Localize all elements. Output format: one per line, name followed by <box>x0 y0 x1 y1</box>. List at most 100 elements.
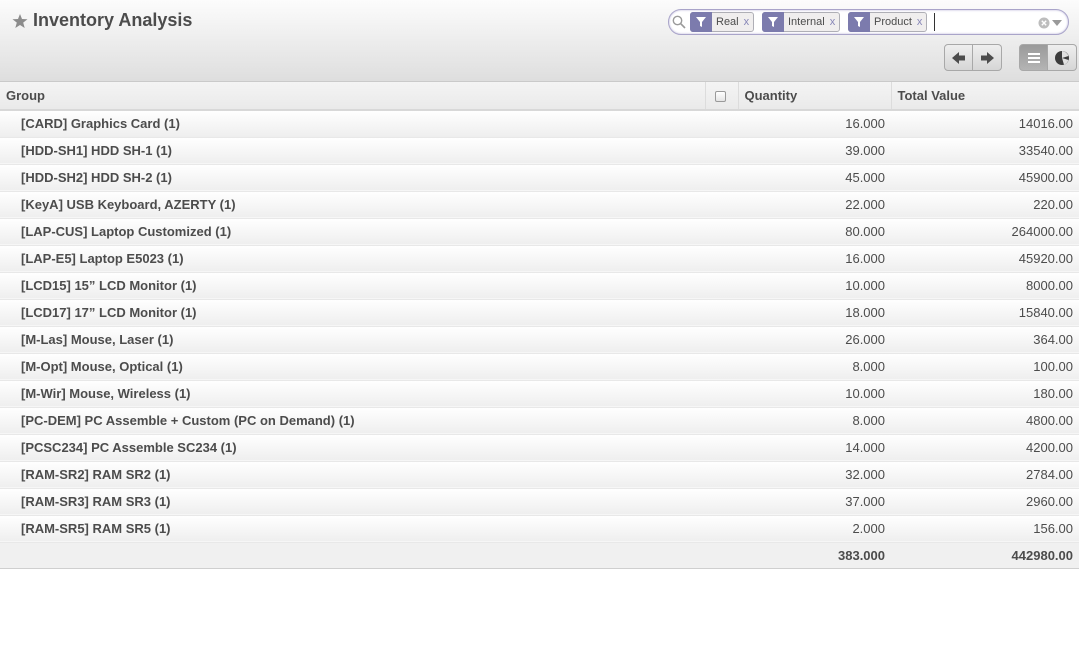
column-header-group[interactable]: Group <box>0 82 705 111</box>
facet-remove-button[interactable]: x <box>739 16 754 28</box>
quantity-cell: 16.000 <box>738 110 891 138</box>
list-view-button[interactable] <box>1019 44 1048 71</box>
table-row[interactable]: [HDD-SH1] HDD SH-1 (1) 39.000 33540.00 <box>0 137 1079 165</box>
view-switcher <box>1019 44 1077 71</box>
table-row[interactable]: [RAM-SR5] RAM SR5 (1) 2.000 156.00 <box>0 515 1079 543</box>
group-label: [HDD-SH1] HDD SH-1 (1) <box>0 137 705 165</box>
select-all-checkbox[interactable] <box>714 91 726 103</box>
pager <box>944 44 1002 71</box>
group-label: [RAM-SR3] RAM SR3 (1) <box>0 488 705 516</box>
table-row[interactable]: [RAM-SR2] RAM SR2 (1) 32.000 2784.00 <box>0 461 1079 489</box>
total-value-cell: 100.00 <box>891 353 1079 381</box>
facet-real: Real x <box>690 11 755 32</box>
table-header-row: Group Quantity Total Value <box>0 82 1079 111</box>
table-row[interactable]: [LAP-CUS] Laptop Customized (1) 80.000 264… <box>0 218 1079 246</box>
quantity-cell: 32.000 <box>738 461 891 489</box>
total-value: 442980.00 <box>891 541 1079 569</box>
quantity-cell: 22.000 <box>738 191 891 219</box>
empty-cell <box>705 326 738 354</box>
facet-value: Product <box>874 16 912 28</box>
table-row[interactable]: [M-Opt] Mouse, Optical (1) 8.000 100.00 <box>0 353 1079 381</box>
star-icon[interactable] <box>12 13 28 29</box>
group-label: [LCD17] 17” LCD Monitor (1) <box>0 299 705 327</box>
table-row[interactable]: [LAP-E5] Laptop E5023 (1) 16.000 45920.00 <box>0 245 1079 273</box>
empty-cell <box>705 191 738 219</box>
group-label: [LAP-E5] Laptop E5023 (1) <box>0 245 705 273</box>
total-value-cell: 2784.00 <box>891 461 1079 489</box>
funnel-icon <box>690 11 712 32</box>
group-label: [M-Las] Mouse, Laser (1) <box>0 326 705 354</box>
table-row[interactable]: [HDD-SH2] HDD SH-2 (1) 45.000 45900.00 <box>0 164 1079 192</box>
totals-row: 383.000 442980.00 <box>0 541 1079 569</box>
clear-circle-icon[interactable] <box>1038 17 1050 29</box>
control-panel: Inventory Analysis Real x Internal x Pro… <box>0 0 1079 82</box>
table-row[interactable]: [KeyA] USB Keyboard, AZERTY (1) 22.000 220… <box>0 191 1079 219</box>
select-all-cell <box>704 82 738 111</box>
total-value-cell: 2960.00 <box>891 488 1079 516</box>
group-label: [CARD] Graphics Card (1) <box>0 110 705 138</box>
next-button[interactable] <box>973 44 1002 71</box>
empty-cell <box>705 461 738 489</box>
empty-cell <box>705 218 738 246</box>
total-value-cell: 14016.00 <box>891 110 1079 138</box>
total-value-cell: 220.00 <box>891 191 1079 219</box>
quantity-cell: 80.000 <box>738 218 891 246</box>
previous-button[interactable] <box>944 44 973 71</box>
group-label: [PCSC234] PC Assemble SC234 (1) <box>0 434 705 462</box>
funnel-icon <box>848 11 870 32</box>
search-input[interactable] <box>934 13 1034 31</box>
total-value-cell: 33540.00 <box>891 137 1079 165</box>
total-value-cell: 364.00 <box>891 326 1079 354</box>
facet-value: Real <box>716 16 739 28</box>
graph-view-button[interactable] <box>1048 44 1077 71</box>
table-row[interactable]: [PCSC234] PC Assemble SC234 (1) 14.000 420… <box>0 434 1079 462</box>
quantity-cell: 26.000 <box>738 326 891 354</box>
facet-remove-button[interactable]: x <box>825 16 840 28</box>
empty-cell <box>705 434 738 462</box>
group-label: [PC-DEM] PC Assemble + Custom (PC on Dem… <box>0 407 705 435</box>
empty-cell <box>705 164 738 192</box>
table-row[interactable]: [M-Las] Mouse, Laser (1) 26.000 364.00 <box>0 326 1079 354</box>
empty-cell <box>705 407 738 435</box>
page-title: Inventory Analysis <box>33 10 193 30</box>
empty-cell <box>705 353 738 381</box>
group-label: [KeyA] USB Keyboard, AZERTY (1) <box>0 191 705 219</box>
table-row[interactable]: [M-Wir] Mouse, Wireless (1) 10.000 180.00 <box>0 380 1079 408</box>
funnel-icon <box>762 11 784 32</box>
pie-chart-icon <box>1055 50 1069 65</box>
table-row[interactable]: [CARD] Graphics Card (1) 16.000 14016.00 <box>0 110 1079 138</box>
group-label: [LAP-CUS] Laptop Customized (1) <box>0 218 705 246</box>
arrow-left-icon <box>951 51 965 64</box>
group-label: [HDD-SH2] HDD SH-2 (1) <box>0 164 705 192</box>
caret-down-icon[interactable] <box>1052 20 1062 26</box>
total-value-cell: 180.00 <box>891 380 1079 408</box>
arrow-right-icon <box>981 51 994 64</box>
group-label: [LCD15] 15” LCD Monitor (1) <box>0 272 705 300</box>
total-value-cell: 156.00 <box>891 515 1079 543</box>
total-value-cell: 264000.00 <box>891 218 1079 246</box>
table-row[interactable]: [PC-DEM] PC Assemble + Custom (PC on Dem… <box>0 407 1079 435</box>
empty-cell <box>705 245 738 273</box>
total-quantity: 383.000 <box>738 541 891 569</box>
quantity-cell: 8.000 <box>738 407 891 435</box>
table-row[interactable]: [LCD17] 17” LCD Monitor (1) 18.000 15840.0… <box>0 299 1079 327</box>
list-icon <box>1027 52 1040 63</box>
table-row[interactable]: [RAM-SR3] RAM SR3 (1) 37.000 2960.00 <box>0 488 1079 516</box>
empty-cell <box>705 299 738 327</box>
column-header-quantity[interactable]: Quantity <box>737 82 891 111</box>
quantity-cell: 2.000 <box>738 515 891 543</box>
quantity-cell: 37.000 <box>738 488 891 516</box>
quantity-cell: 39.000 <box>738 137 891 165</box>
facet-internal: Internal x <box>762 11 841 32</box>
search-icon <box>672 15 686 29</box>
group-label: [RAM-SR2] RAM SR2 (1) <box>0 461 705 489</box>
inventory-table: Group Quantity Total Value [CARD] Graphi… <box>0 82 1079 569</box>
column-header-total-value[interactable]: Total Value <box>890 82 1079 111</box>
table-row[interactable]: [LCD15] 15” LCD Monitor (1) 10.000 8000.00 <box>0 272 1079 300</box>
total-value-cell: 4200.00 <box>891 434 1079 462</box>
facet-remove-button[interactable]: x <box>912 16 927 28</box>
empty-cell <box>705 272 738 300</box>
empty-cell <box>705 137 738 165</box>
empty-cell <box>705 488 738 516</box>
search-bar[interactable]: Real x Internal x Product x <box>668 9 1069 35</box>
